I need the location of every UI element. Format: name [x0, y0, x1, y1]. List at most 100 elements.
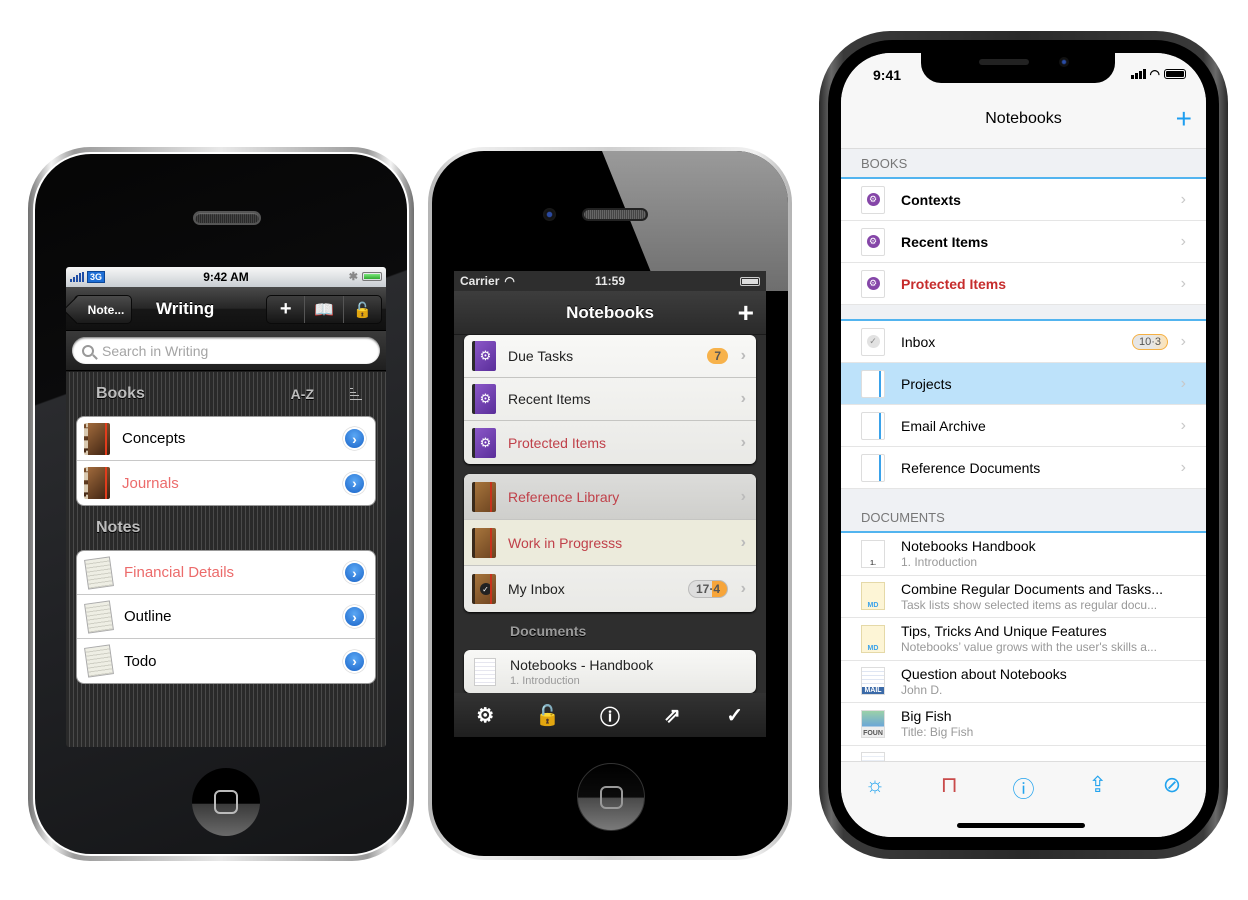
chevron-right-icon: ›	[740, 533, 746, 551]
list-item[interactable]: ✓ Inbox 10·3 ›	[841, 321, 1206, 363]
home-button[interactable]	[577, 763, 645, 831]
disclosure-button[interactable]: ›	[343, 561, 366, 584]
disclosure-button[interactable]: ›	[343, 427, 366, 450]
section-title: Notes	[96, 519, 141, 536]
info-icon[interactable]: ⓘ	[1010, 772, 1038, 804]
list-item[interactable]: ⚙ Protected Items ›	[841, 263, 1206, 305]
disclosure-button[interactable]: ›	[343, 471, 366, 495]
unlocked-lock-icon[interactable]: 🔓	[533, 703, 563, 728]
list-item[interactable]: Financial Details ›	[77, 551, 375, 595]
settings-gear-icon[interactable]: ⚙	[470, 703, 500, 728]
documents-list: Notebooks - Handbook 1. Introduction	[464, 650, 756, 693]
list-item[interactable]: ✓ My Inbox 17·4 ›	[464, 566, 756, 612]
search-placeholder: Search in Writing	[102, 342, 209, 359]
chevron-right-icon: ›	[1180, 190, 1186, 208]
item-label: Financial Details	[124, 564, 235, 581]
item-label: Inbox	[901, 333, 936, 350]
notes-list: Financial Details › Outline › Todo ›	[76, 550, 376, 684]
compose-icon[interactable]: ⊘	[1158, 772, 1186, 804]
document-subtitle: Notebooks’ value grows with the user's s…	[901, 640, 1157, 655]
item-label: Protected Items	[508, 434, 607, 451]
document-icon: 1.	[861, 539, 885, 568]
section-divider	[841, 305, 1206, 321]
document-item[interactable]: MAIL Question about Notebooks John D.	[841, 661, 1206, 703]
signal-icon	[1130, 69, 1146, 79]
item-label: Work in Progresss	[508, 534, 623, 551]
item-label: Concepts	[122, 430, 186, 447]
disclosure-button[interactable]: ›	[343, 605, 366, 628]
document-item[interactable]: 1. Notebooks Handbook 1. Introduction	[841, 533, 1206, 576]
list-item[interactable]: Work in Progresss ›	[464, 520, 756, 566]
page-title: Notebooks	[566, 303, 654, 322]
info-icon[interactable]: ⓘ	[595, 701, 625, 730]
markdown-file-icon: MD	[861, 582, 885, 611]
list-item[interactable]: Notebooks - Handbook 1. Introduction	[464, 650, 756, 693]
status-time: 11:59	[594, 274, 626, 288]
list-item[interactable]: ⚙ Protected Items ›	[464, 421, 756, 464]
file-type: MAIL	[862, 687, 884, 695]
phone3-front: 9:41 ◠ Notebooks + BOOKS ⚙ Contexts › ⚙ …	[828, 40, 1219, 850]
page-title: Writing	[156, 299, 215, 318]
search-input[interactable]: Search in Writing	[72, 337, 380, 364]
document-subtitle: Task lists show selected items as regula…	[901, 597, 1158, 612]
share-icon[interactable]: ⇪	[1084, 772, 1112, 804]
chevron-right-icon: ›	[1180, 458, 1186, 476]
toolbar: ☼ ⊓ ⓘ ⇪ ⊘	[841, 761, 1206, 837]
book-view-button[interactable]: 📖	[305, 296, 344, 323]
list-item[interactable]: ⚙ Recent Items ›	[841, 221, 1206, 263]
unlocked-lock-icon[interactable]: ⊓	[935, 772, 963, 804]
add-button[interactable]: +	[738, 297, 754, 329]
status-bar: 3G 9:42 AM ✱	[66, 267, 386, 287]
list-item[interactable]: Journals ›	[77, 461, 375, 505]
file-type: MD	[867, 602, 879, 610]
sort-az-button[interactable]: A-Z	[291, 386, 314, 402]
list-item[interactable]: Reference Documents ›	[841, 447, 1206, 489]
status-time: 9:41	[873, 67, 902, 83]
notebook-icon	[472, 527, 496, 558]
list-item[interactable]: Todo ›	[77, 639, 375, 683]
plus-icon: +	[279, 298, 292, 320]
section-title: Books	[96, 385, 145, 402]
note-icon	[84, 599, 114, 634]
home-square-icon	[600, 786, 623, 809]
list-item[interactable]: Outline ›	[77, 595, 375, 639]
notebook-icon	[861, 411, 885, 440]
share-icon[interactable]: ⇗	[657, 703, 687, 728]
home-button[interactable]	[192, 768, 260, 836]
mail-file-icon: MAIL	[861, 667, 885, 696]
list-item[interactable]: ⚙ Due Tasks 7 ›	[464, 335, 756, 378]
add-button[interactable]: +	[267, 296, 306, 323]
list-item[interactable]: Concepts ›	[77, 417, 375, 461]
document-item[interactable]: MD Combine Regular Documents and Tasks..…	[841, 576, 1206, 618]
item-label: Email Archive	[901, 417, 986, 434]
smart-book-gear-icon: ⚙	[861, 269, 885, 298]
list-item[interactable]: Email Archive ›	[841, 405, 1206, 447]
document-item[interactable]: FOUN Big Fish Title: Big Fish	[841, 703, 1206, 746]
list-item[interactable]: ⚙ Recent Items ›	[464, 378, 756, 421]
item-label: Todo	[124, 652, 157, 670]
item-label: Contexts	[901, 191, 961, 208]
document-item[interactable]: MD Tips, Tricks And Unique Features Noteb…	[841, 618, 1206, 661]
chevron-right-icon: ›	[740, 347, 746, 364]
checkmark-circle-icon[interactable]: ✓	[720, 703, 750, 728]
back-button[interactable]: Note...	[74, 295, 132, 324]
navigation-bar: Notebooks +	[454, 291, 766, 335]
item-label: Recent Items	[901, 233, 989, 250]
item-label: Outline	[124, 608, 172, 625]
sort-order-icon[interactable]	[350, 388, 362, 400]
home-indicator[interactable]	[957, 823, 1085, 828]
chevron-right-icon: ›	[740, 390, 746, 407]
status-time: 9:42 AM	[203, 270, 249, 284]
smart-books-list: ⚙ Due Tasks 7 › ⚙ Recent Items › ⚙ Prote…	[464, 335, 756, 464]
document-title: Notebooks - Handbook	[510, 656, 654, 673]
settings-sun-icon[interactable]: ☼	[861, 772, 889, 804]
item-label: Reference Documents	[901, 459, 1041, 476]
list-item-selected[interactable]: Projects ›	[841, 363, 1206, 405]
lock-button[interactable]: 🔓	[344, 296, 381, 323]
list-item[interactable]: ⚙ Contexts ›	[841, 179, 1206, 221]
fountain-file-icon: FOUN	[861, 709, 885, 738]
section-header-documents: DOCUMENTS	[841, 489, 1206, 533]
disclosure-button[interactable]: ›	[343, 649, 366, 673]
list-item[interactable]: Reference Library ›	[464, 474, 756, 520]
add-button[interactable]: +	[1176, 103, 1192, 135]
